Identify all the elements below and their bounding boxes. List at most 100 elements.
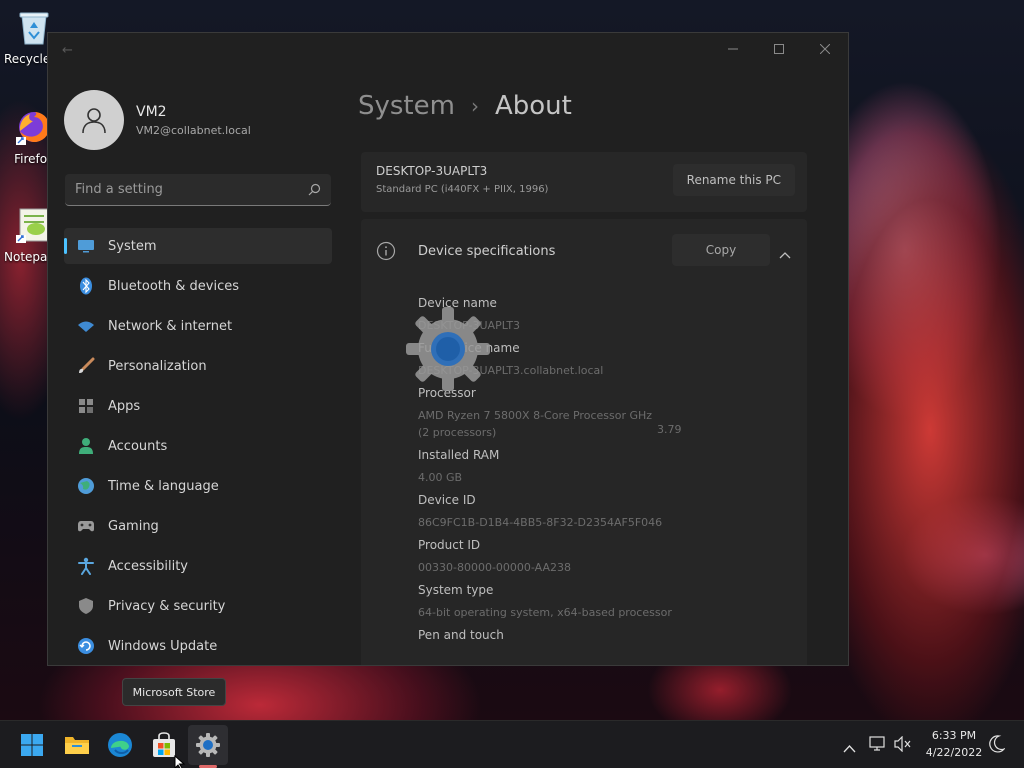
spec-value: 4.00 GB xyxy=(418,471,463,484)
nav-item-time-language[interactable]: Time & language xyxy=(64,468,332,504)
pc-name: DESKTOP-3UAPLT3 xyxy=(376,164,488,178)
spec-label: Installed RAM xyxy=(418,448,500,462)
minimize-button[interactable] xyxy=(710,33,756,65)
edge-icon xyxy=(108,733,132,757)
taskbar: 6:33 PM 4/22/2022 xyxy=(0,720,1024,768)
avatar xyxy=(64,90,124,150)
nav-item-network[interactable]: Network & internet xyxy=(64,308,332,344)
system-icon xyxy=(76,239,96,253)
profile-email: VM2@collabnet.local xyxy=(136,123,251,137)
clock-date: 4/22/2022 xyxy=(925,746,983,759)
nav-label: Network & internet xyxy=(108,318,233,334)
maximize-button[interactable] xyxy=(756,33,802,65)
pc-model: Standard PC (i440FX + PIIX, 1996) xyxy=(376,184,549,195)
spec-label: System type xyxy=(418,583,494,597)
taskbar-clock[interactable]: 6:33 PM 4/22/2022 xyxy=(921,729,987,759)
spec-value: 64-bit operating system, x64-based proce… xyxy=(418,606,672,619)
spec-label: Product ID xyxy=(418,538,481,552)
nav-label: Time & language xyxy=(108,478,219,494)
settings-window: ← VM2 VM2@collabnet.local Find a setting… xyxy=(47,32,849,666)
user-profile[interactable]: VM2 VM2@collabnet.local xyxy=(64,90,251,150)
nav-item-accounts[interactable]: Accounts xyxy=(64,428,332,464)
pc-name-card: DESKTOP-3UAPLT3 Standard PC (i440FX + PI… xyxy=(361,152,807,212)
nav-label: Windows Update xyxy=(108,638,218,654)
user-icon xyxy=(82,108,106,134)
file-explorer-button[interactable] xyxy=(57,725,97,765)
windows-logo-icon xyxy=(21,734,43,756)
chevron-right-icon: › xyxy=(470,94,479,118)
spec-row: Product ID 00330-80000-00000-AA238 xyxy=(418,538,748,576)
device-specifications-title: Device specifications xyxy=(418,244,556,259)
spec-label: Device ID xyxy=(418,493,476,507)
nav-item-accessibility[interactable]: Accessibility xyxy=(64,548,332,584)
nav-label: Personalization xyxy=(108,358,207,374)
shield-icon xyxy=(76,597,96,615)
search-box[interactable] xyxy=(65,174,331,206)
apps-icon xyxy=(76,398,96,414)
nav-label: Gaming xyxy=(108,518,159,534)
nav-label: Apps xyxy=(108,398,141,414)
volume-muted-icon[interactable] xyxy=(894,735,912,756)
moon-icon[interactable] xyxy=(989,735,1006,757)
nav-item-apps[interactable]: Apps xyxy=(64,388,332,424)
rename-pc-button[interactable]: Rename this PC xyxy=(672,164,795,196)
accessibility-icon xyxy=(76,557,96,575)
breadcrumb: System › About xyxy=(358,91,572,121)
tooltip: Microsoft Store xyxy=(122,678,226,706)
spec-row: System type 64-bit operating system, x64… xyxy=(418,583,748,621)
accounts-icon xyxy=(76,437,96,455)
nav-label: Accounts xyxy=(108,438,168,454)
network-icon xyxy=(76,319,96,333)
copy-button[interactable]: Copy xyxy=(672,234,770,266)
minimize-icon xyxy=(728,48,738,50)
breadcrumb-parent[interactable]: System xyxy=(358,91,455,121)
info-icon xyxy=(376,241,396,265)
search-input[interactable] xyxy=(75,182,308,197)
loading-gear-icon xyxy=(400,301,496,401)
search-icon[interactable] xyxy=(308,183,321,196)
start-button[interactable] xyxy=(12,725,52,765)
spec-value: 86C9FC1B-D1B4-4BB5-8F32-D2354AF5F046 xyxy=(418,516,663,529)
nav-item-privacy-security[interactable]: Privacy & security xyxy=(64,588,332,624)
clock-time: 6:33 PM xyxy=(931,729,977,742)
spec-value: AMD Ryzen 7 5800X 8-Core Processor GHz (… xyxy=(418,409,653,439)
close-icon xyxy=(820,44,830,54)
nav-item-bluetooth[interactable]: Bluetooth & devices xyxy=(64,268,332,304)
spec-row: Device ID 86C9FC1B-D1B4-4BB5-8F32-D2354A… xyxy=(418,493,748,531)
folder-icon xyxy=(65,737,89,754)
update-icon xyxy=(76,637,96,655)
title-bar[interactable]: ← xyxy=(48,33,848,65)
spec-row: Pen and touch xyxy=(418,628,748,642)
nav-label: System xyxy=(108,238,157,254)
close-button[interactable] xyxy=(802,33,848,65)
profile-name: VM2 xyxy=(136,103,167,120)
device-specifications-card: Device specifications Copy Device name D… xyxy=(361,219,807,665)
spec-label: Pen and touch xyxy=(418,628,504,642)
device-specifications-header[interactable]: Device specifications Copy xyxy=(361,219,807,285)
edge-button[interactable] xyxy=(100,725,140,765)
gaming-icon xyxy=(76,519,96,533)
chevron-up-icon[interactable] xyxy=(843,738,856,757)
nav-item-system[interactable]: System xyxy=(64,228,332,264)
settings-nav: System Bluetooth & devices Network & int… xyxy=(64,228,332,665)
chevron-up-icon[interactable] xyxy=(779,244,791,263)
nav-label: Privacy & security xyxy=(108,598,226,614)
bluetooth-icon xyxy=(76,277,96,295)
gear-icon xyxy=(196,733,220,757)
nav-item-personalization[interactable]: Personalization xyxy=(64,348,332,384)
spec-value: 00330-80000-00000-AA238 xyxy=(418,561,571,574)
nav-label: Accessibility xyxy=(108,558,188,574)
settings-button[interactable] xyxy=(188,725,228,765)
back-arrow-icon[interactable]: ← xyxy=(62,43,73,58)
brush-icon xyxy=(76,357,96,375)
nav-item-gaming[interactable]: Gaming xyxy=(64,508,332,544)
spec-row: Installed RAM 4.00 GB xyxy=(418,448,748,486)
page-title: About xyxy=(494,91,572,121)
maximize-icon xyxy=(774,44,784,54)
nav-label: Bluetooth & devices xyxy=(108,278,239,294)
nav-item-windows-update[interactable]: Windows Update xyxy=(64,628,332,664)
mouse-cursor-icon xyxy=(174,754,186,768)
processor-speed: 3.79 xyxy=(657,423,682,436)
network-tray-icon[interactable] xyxy=(869,736,887,756)
globe-icon xyxy=(76,477,96,495)
